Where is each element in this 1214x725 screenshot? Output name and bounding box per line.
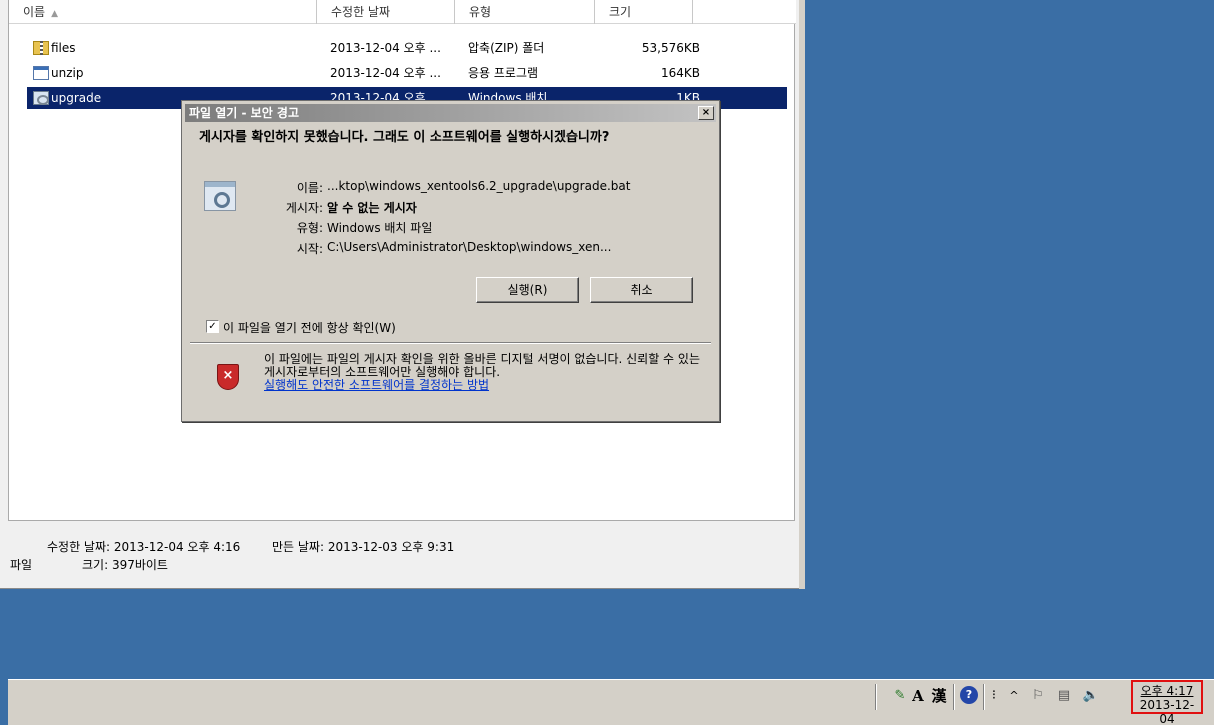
column-header-date[interactable]: 수정한 날짜 [317,0,455,24]
security-warning-dialog: 파일 열기 - 보안 경고 × 게시자를 확인하지 못했습니다. 그래도 이 소… [181,100,720,422]
always-ask-checkbox[interactable]: ✓ [206,320,219,333]
from-label: 시작: [296,242,323,256]
ime-pen-icon[interactable]: ✎ [891,686,909,706]
options-menu-icon[interactable]: ⁝ [988,686,1000,706]
column-header-name-label: 이름 [23,5,46,19]
dialog-title: 파일 열기 - 보안 경고 [189,106,300,120]
application-icon [33,66,49,80]
file-type: 응용 프로그램 [468,66,539,80]
file-size: 164KB [660,66,700,80]
file-size: 53,576KB [641,41,700,55]
divider [190,342,711,344]
file-size-detail: 크기: 397바이트 [82,558,168,572]
created-date: 만든 날짜: 2013-12-03 오후 9:31 [272,540,455,554]
action-center-flag-icon[interactable]: ⚐ [1029,686,1047,706]
volume-muted-icon[interactable]: 🔈 [1081,686,1101,706]
tray-divider [953,684,955,710]
file-date: 2013-12-04 오후 ... [330,41,441,55]
publisher-label: 게시자: [285,201,323,215]
always-ask-label[interactable]: 이 파일을 열기 전에 항상 확인(W) [223,319,396,336]
column-header-name[interactable]: 이름 ▲ [9,0,317,24]
security-shield-icon: × [217,364,239,390]
show-hidden-icons-icon[interactable]: ^ [1008,686,1020,706]
column-header-size-label: 크기 [609,5,632,19]
file-row-files[interactable]: files 2013-12-04 오후 ... 압축(ZIP) 폴더 53,57… [27,37,787,59]
checkmark-icon: ✓ [208,321,217,332]
batch-file-icon [204,181,236,211]
tray-divider [983,684,985,710]
from-value: C:\Users\Administrator\Desktop\windows_x… [327,240,612,254]
publisher-value: 알 수 없는 게시자 [327,201,417,215]
hanja-indicator[interactable]: 漢 [929,686,949,706]
clock[interactable]: 오후 4:17 2013-12-04 [1131,680,1203,725]
column-header-size[interactable]: 크기 [595,0,693,24]
column-header-type-label: 유형 [469,5,492,19]
tray-divider [875,684,877,710]
clock-date: 2013-12-04 [1139,698,1195,725]
file-name: upgrade [51,91,102,105]
dialog-question: 게시자를 확인하지 못했습니다. 그래도 이 소프트웨어를 실행하시겠습니까? [199,130,610,145]
file-date: 2013-12-04 오후 ... [330,66,441,80]
close-button[interactable]: × [698,106,714,120]
file-name: files [51,41,76,55]
ime-mode-indicator[interactable]: A [909,686,927,706]
dialog-titlebar[interactable]: 파일 열기 - 보안 경고 × [185,104,716,122]
cancel-button[interactable]: 취소 [590,277,693,303]
file-name: unzip [51,66,84,80]
close-icon: × [701,107,711,118]
shield-x-mark: × [222,368,234,383]
help-link[interactable]: 실행해도 안전한 소프트웨어를 결정하는 방법 [264,378,489,392]
modified-date: 수정한 날짜: 2013-12-04 오후 4:16 [47,540,241,554]
file-type: 압축(ZIP) 폴더 [468,41,545,55]
warning-message: 이 파일에는 파일의 게시자 확인을 위한 올바른 디지털 서명이 없습니다. … [264,353,709,392]
clock-time: 오후 4:17 [1140,684,1194,698]
type-value: Windows 배치 파일 [327,221,433,235]
file-kind: 파일 [10,558,33,572]
file-row-unzip[interactable]: unzip 2013-12-04 오후 ... 응용 프로그램 164KB [27,62,787,84]
sort-ascending-icon: ▲ [51,9,59,19]
name-value: ...ktop\windows_xentools6.2_upgrade\upgr… [327,179,631,193]
run-button[interactable]: 실행(R) [476,277,579,303]
name-label: 이름: [296,181,323,195]
details-pane: 수정한 날짜: 2013-12-04 오후 4:16 만든 날짜: 2013-1… [0,528,795,588]
help-icon[interactable]: ? [960,686,978,704]
type-label: 유형: [296,221,323,235]
column-header-bar: 이름 ▲ 수정한 날짜 유형 크기 [9,0,796,24]
column-header-date-label: 수정한 날짜 [331,5,391,19]
system-tray: ✎ A 漢 ? ⁝ ^ ⚐ ▤ 🔈 오후 4:17 2013-12-04 [875,680,1214,725]
batch-file-icon [33,91,49,105]
warning-text: 이 파일에는 파일의 게시자 확인을 위한 올바른 디지털 서명이 없습니다. … [264,352,700,379]
column-header-type[interactable]: 유형 [455,0,595,24]
zip-folder-icon [33,41,49,55]
taskbar: ✎ A 漢 ? ⁝ ^ ⚐ ▤ 🔈 오후 4:17 2013-12-04 [8,679,1214,725]
network-icon[interactable]: ▤ [1055,686,1073,706]
